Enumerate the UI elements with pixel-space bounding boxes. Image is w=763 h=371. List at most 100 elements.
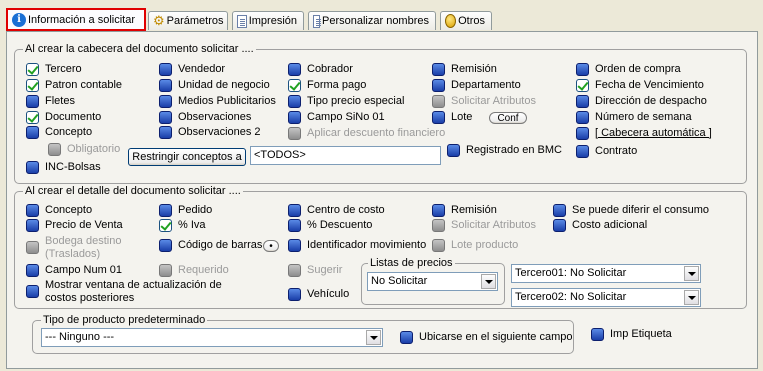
tab-impresion[interactable]: Impresión [232, 11, 304, 30]
chk-campo-sino-01[interactable]: Campo SiNo 01 [288, 110, 385, 124]
checkbox[interactable] [26, 62, 39, 76]
checkbox[interactable] [26, 203, 39, 217]
checkbox[interactable] [553, 218, 566, 232]
checkbox[interactable] [288, 203, 301, 217]
checkbox[interactable] [159, 238, 172, 252]
chk-vehiculo[interactable]: Vehículo [288, 287, 349, 301]
checkbox[interactable] [288, 287, 301, 301]
checkbox[interactable] [159, 203, 172, 217]
chk-inc-bolsas[interactable]: INC-Bolsas [26, 160, 101, 174]
checkbox[interactable] [432, 78, 445, 92]
chk-orden-compra[interactable]: Orden de compra [576, 62, 681, 76]
chevron-down-icon[interactable] [684, 290, 699, 305]
restringir-conceptos-button[interactable]: Restringir conceptos a [128, 148, 246, 166]
chevron-down-icon[interactable] [684, 266, 699, 281]
checkbox[interactable] [288, 218, 301, 232]
chk-imp-etiqueta[interactable]: Imp Etiqueta [591, 327, 672, 341]
conf-button[interactable]: Conf [489, 112, 527, 124]
checkbox[interactable] [400, 330, 413, 344]
checkbox[interactable] [26, 110, 39, 124]
chk-observaciones-2[interactable]: Observaciones 2 [159, 125, 261, 139]
chevron-down-icon[interactable] [481, 274, 496, 289]
checkbox[interactable] [576, 144, 589, 158]
chk-ubicarse-siguiente[interactable]: Ubicarse en el siguiente campo [400, 330, 572, 344]
chk-cabecera-automatica[interactable]: [ Cabecera automática ] [576, 126, 712, 140]
checkbox[interactable] [553, 203, 566, 217]
tab-parametros[interactable]: ⚙ Parámetros [148, 11, 228, 30]
chk-forma-pago[interactable]: Forma pago [288, 78, 366, 92]
chk-direccion-despacho[interactable]: Dirección de despacho [576, 94, 707, 108]
checkbox[interactable] [159, 110, 172, 124]
chk-remision[interactable]: Remisión [432, 62, 497, 76]
chk-mostrar-ventana[interactable]: Mostrar ventana de actualización de cost… [26, 279, 236, 305]
checkbox[interactable] [26, 160, 39, 174]
chk-patron-contable[interactable]: Patron contable [26, 78, 122, 92]
listas-precios-select[interactable]: No Solicitar [367, 272, 498, 291]
chk-observaciones[interactable]: Observaciones [159, 110, 251, 124]
chk-unidad-negocio[interactable]: Unidad de negocio [159, 78, 270, 92]
chk-registrado-bmc[interactable]: Registrado en BMC [447, 143, 562, 157]
checkbox[interactable] [432, 110, 445, 124]
checkbox[interactable] [447, 143, 460, 157]
checkbox[interactable] [288, 238, 301, 252]
chk-concepto[interactable]: Concepto [26, 125, 92, 139]
checkbox[interactable] [26, 263, 39, 277]
checkbox[interactable] [576, 94, 589, 108]
chk-identificador-movimiento[interactable]: Identificador movimiento [288, 238, 426, 252]
tab-otros[interactable]: Otros [440, 11, 492, 30]
chk-contrato[interactable]: Contrato [576, 144, 637, 158]
checkbox[interactable] [159, 125, 172, 139]
chevron-down-icon[interactable] [366, 330, 381, 345]
chk-centro-costo[interactable]: Centro de costo [288, 203, 385, 217]
checkbox[interactable] [288, 62, 301, 76]
chk-det-remision[interactable]: Remisión [432, 203, 497, 217]
checkbox[interactable] [576, 78, 589, 92]
chk-descuento[interactable]: % Descuento [288, 218, 372, 232]
checkbox[interactable] [576, 62, 589, 76]
chk-campo-num-01[interactable]: Campo Num 01 [26, 263, 122, 277]
chk-medios-publicitarios[interactable]: Medios Publicitarios [159, 94, 276, 108]
chk-iva[interactable]: % Iva [159, 218, 206, 232]
chk-pedido[interactable]: Pedido [159, 203, 212, 217]
tercero01-select[interactable]: Tercero01: No Solicitar [511, 264, 701, 283]
chk-diferir-consumo[interactable]: Se puede diferir el consumo [553, 203, 709, 217]
checkbox[interactable] [576, 126, 589, 140]
codigo-barras-options-button[interactable]: • [263, 240, 279, 252]
chk-tercero[interactable]: Tercero [26, 62, 82, 76]
tab-personalizar[interactable]: Personalizar nombres [308, 11, 436, 30]
tercero02-select[interactable]: Tercero02: No Solicitar [511, 288, 701, 307]
chk-fecha-vencimiento[interactable]: Fecha de Vencimiento [576, 78, 704, 92]
chk-tipo-precio-especial[interactable]: Tipo precio especial [288, 94, 404, 108]
chk-lote[interactable]: Lote [432, 110, 472, 124]
tipo-producto-select[interactable]: --- Ninguno --- [41, 328, 383, 347]
chk-numero-semana[interactable]: Número de semana [576, 110, 692, 124]
chk-det-concepto[interactable]: Concepto [26, 203, 92, 217]
checkbox[interactable] [26, 285, 39, 298]
chk-documento[interactable]: Documento [26, 110, 101, 124]
chk-cobrador[interactable]: Cobrador [288, 62, 353, 76]
checkbox[interactable] [159, 218, 172, 232]
checkbox[interactable] [159, 78, 172, 92]
chk-vendedor[interactable]: Vendedor [159, 62, 225, 76]
chk-departamento[interactable]: Departamento [432, 78, 521, 92]
checkbox[interactable] [26, 125, 39, 139]
chk-precio-venta[interactable]: Precio de Venta [26, 218, 123, 232]
label[interactable]: [ Cabecera automática ] [595, 127, 712, 140]
checkbox[interactable] [288, 110, 301, 124]
checkbox[interactable] [288, 78, 301, 92]
checkbox[interactable] [288, 94, 301, 108]
chk-codigo-barras[interactable]: Código de barras [159, 238, 262, 252]
chk-fletes[interactable]: Fletes [26, 94, 75, 108]
conceptos-field[interactable]: <TODOS> [250, 146, 441, 165]
checkbox[interactable] [26, 78, 39, 92]
checkbox[interactable] [159, 62, 172, 76]
checkbox[interactable] [26, 94, 39, 108]
checkbox[interactable] [576, 110, 589, 124]
chk-costo-adicional[interactable]: Costo adicional [553, 218, 647, 232]
checkbox[interactable] [159, 94, 172, 108]
checkbox[interactable] [26, 218, 39, 232]
checkbox[interactable] [591, 327, 604, 341]
tab-informacion[interactable]: i Información a solicitar [6, 8, 146, 31]
checkbox[interactable] [432, 203, 445, 217]
checkbox[interactable] [432, 62, 445, 76]
